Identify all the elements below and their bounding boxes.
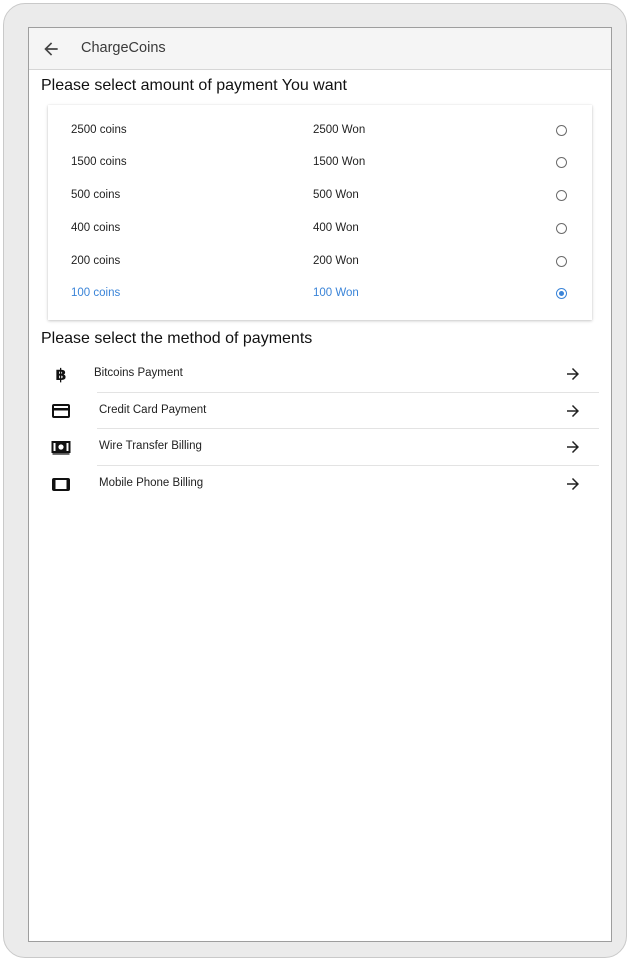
bitcoin-icon: ฿ xyxy=(55,365,66,383)
amount-coins-label: 2500 coins xyxy=(71,124,127,136)
amount-radio[interactable] xyxy=(556,125,567,136)
method-label: Credit Card Payment xyxy=(99,404,207,416)
amount-coins-label: 500 coins xyxy=(71,189,121,201)
credit-card-icon xyxy=(52,404,70,418)
method-credit-card[interactable]: Credit Card Payment xyxy=(29,393,611,429)
mobile-phone-icon xyxy=(52,478,70,491)
radio-dot xyxy=(559,291,564,296)
amount-section-title: Please select amount of payment You want xyxy=(41,77,347,94)
app-title: ChargeCoins xyxy=(81,40,166,56)
app-bar: ChargeCoins xyxy=(29,28,611,70)
amount-options-card: 2500 coins 2500 Won 1500 coins 1500 Won … xyxy=(48,105,592,320)
amount-price-label: 500 Won xyxy=(313,189,359,201)
arrow-back-icon xyxy=(44,42,58,56)
amount-radio[interactable] xyxy=(556,190,567,201)
amount-option-500[interactable]: 500 coins 500 Won xyxy=(48,180,592,212)
method-label: Bitcoins Payment xyxy=(94,367,183,379)
method-mobile-phone[interactable]: Mobile Phone Billing xyxy=(29,466,611,502)
amount-radio[interactable] xyxy=(556,157,567,168)
device-frame: ChargeCoins Please select amount of paym… xyxy=(3,3,627,958)
amount-radio[interactable] xyxy=(556,256,567,267)
method-section-title: Please select the method of payments xyxy=(41,330,313,347)
arrow-forward-icon xyxy=(567,368,579,380)
method-wire-transfer[interactable]: Wire Transfer Billing xyxy=(29,429,611,465)
method-bitcoin[interactable]: ฿ Bitcoins Payment xyxy=(29,356,611,392)
amount-price-label: 100 Won xyxy=(313,287,359,299)
app-screen: ChargeCoins Please select amount of paym… xyxy=(28,27,612,942)
amount-radio[interactable] xyxy=(556,223,567,234)
amount-coins-label: 1500 coins xyxy=(71,156,127,168)
amount-option-400[interactable]: 400 coins 400 Won xyxy=(48,213,592,245)
arrow-forward-icon xyxy=(567,405,579,417)
amount-coins-label: 400 coins xyxy=(71,222,121,234)
amount-coins-label: 200 coins xyxy=(71,255,121,267)
method-label: Mobile Phone Billing xyxy=(99,477,204,489)
amount-radio-selected[interactable] xyxy=(556,288,567,299)
amount-coins-label: 100 coins xyxy=(71,287,121,299)
amount-price-label: 400 Won xyxy=(313,222,359,234)
amount-price-label: 200 Won xyxy=(313,255,359,267)
svg-text:฿: ฿ xyxy=(55,365,66,383)
method-label: Wire Transfer Billing xyxy=(99,440,202,452)
amount-option-1500[interactable]: 1500 coins 1500 Won xyxy=(48,147,592,179)
money-icon xyxy=(51,441,71,455)
arrow-forward-icon xyxy=(567,478,579,490)
amount-option-200[interactable]: 200 coins 200 Won xyxy=(48,246,592,278)
amount-price-label: 2500 Won xyxy=(313,124,366,136)
amount-price-label: 1500 Won xyxy=(313,156,366,168)
back-button[interactable] xyxy=(41,39,61,59)
amount-option-100[interactable]: 100 coins 100 Won xyxy=(48,278,592,310)
arrow-forward-icon xyxy=(567,441,579,453)
amount-option-2500[interactable]: 2500 coins 2500 Won xyxy=(48,115,592,147)
